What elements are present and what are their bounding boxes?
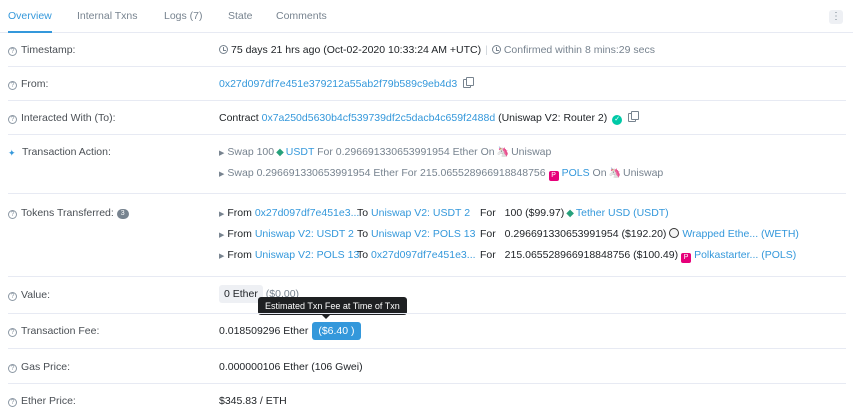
token-link[interactable]: Tether USD (USDT) xyxy=(576,207,669,219)
tab-comments[interactable]: Comments xyxy=(276,0,327,33)
uniswap-label: Uniswap xyxy=(623,167,664,179)
caret-right-icon: ▶ xyxy=(219,232,225,239)
help-icon: ? xyxy=(8,115,17,124)
divider xyxy=(8,276,846,277)
usdt-link[interactable]: USDT xyxy=(286,146,314,158)
timestamp-age: 75 days 21 hrs ago (Oct-02-2020 10:33:24… xyxy=(231,44,482,56)
fee-value: 0.018509296 Ether ($6.40 ) xyxy=(219,322,361,340)
token-link[interactable]: Wrapped Ethe... (WETH) xyxy=(682,228,799,240)
from-label: ? From: xyxy=(8,78,48,90)
clock-icon xyxy=(491,45,501,54)
transfer-to-link[interactable]: Uniswap V2: USDT 2 xyxy=(371,207,470,219)
token-link[interactable]: Polkastarter... (POLS) xyxy=(694,249,796,261)
help-icon: ? xyxy=(8,328,17,337)
divider xyxy=(8,348,846,349)
transfer-to-link[interactable]: Uniswap V2: POLS 13 xyxy=(371,228,475,240)
timestamp-label: ? Timestamp: xyxy=(8,44,75,56)
weth-icon xyxy=(669,228,680,238)
help-icon: ? xyxy=(8,292,17,301)
tether-icon: ◆ xyxy=(276,147,284,158)
caret-right-icon: ▶ xyxy=(219,171,225,178)
help-icon: ? xyxy=(8,81,17,90)
caret-right-icon: ▶ xyxy=(219,211,225,218)
contract-address-link[interactable]: 0x7a250d5630b4cf539739df2c5dacb4c659f248… xyxy=(262,112,496,124)
caret-right-icon: ▶ xyxy=(219,253,225,260)
tokens-count-badge: 3 xyxy=(116,209,129,219)
contract-name: (Uniswap V2: Router 2) xyxy=(498,112,608,124)
transfer-to-link[interactable]: 0x27d097df7e451e3... xyxy=(371,249,476,261)
verified-check-icon: ✓ xyxy=(612,115,623,125)
tab-overview[interactable]: Overview xyxy=(8,0,52,33)
uniswap-label: Uniswap xyxy=(511,146,552,158)
tether-icon: ◆ xyxy=(566,208,574,219)
action-line-2: ▶ Swap 0.296691330653991954 Ether For 215… xyxy=(219,167,664,181)
action-label: ✦ Transaction Action: xyxy=(8,146,111,158)
timestamp-value: 75 days 21 hrs ago (Oct-02-2020 10:33:24… xyxy=(219,44,655,56)
gas-value: 0.000000106 Ether (106 Gwei) xyxy=(219,361,363,373)
gas-label: ? Gas Price: xyxy=(8,361,70,373)
transfer-amount: 100 ($99.97) xyxy=(504,207,565,219)
transfer-from-link[interactable]: Uniswap V2: POLS 13 xyxy=(255,249,359,261)
interacted-value: Contract 0x7a250d5630b4cf539739df2c5dacb… xyxy=(219,111,640,125)
pols-icon: P xyxy=(548,171,559,181)
transfer-from-link[interactable]: 0x27d097df7e451e3... xyxy=(255,207,360,219)
caret-right-icon: ▶ xyxy=(219,150,225,157)
contract-prefix: Contract xyxy=(219,112,259,124)
interacted-label: ? Interacted With (To): xyxy=(8,112,116,124)
ether-price-label: ? Ether Price: xyxy=(8,395,76,407)
value-label: ? Value: xyxy=(8,289,50,301)
help-icon: ? xyxy=(8,364,17,373)
help-icon: ? xyxy=(8,47,17,56)
divider xyxy=(8,134,846,135)
divider xyxy=(8,383,846,384)
divider xyxy=(8,193,846,194)
value-ether-pill: 0 Ether xyxy=(219,285,263,303)
fee-label: ? Transaction Fee: xyxy=(8,325,99,337)
tokens-label: ? Tokens Transferred: 3 xyxy=(8,207,129,219)
from-address-link[interactable]: 0x27d097df7e451e379212a55ab2f79b589c9eb4… xyxy=(219,78,457,90)
copy-icon[interactable] xyxy=(463,77,475,88)
pols-link[interactable]: POLS xyxy=(562,167,590,179)
divider xyxy=(8,313,846,314)
fee-amount: 0.018509296 Ether xyxy=(219,325,309,337)
fee-usd-button[interactable]: ($6.40 ) xyxy=(312,322,361,340)
tab-state[interactable]: State xyxy=(228,0,253,33)
transfer-from-link[interactable]: Uniswap V2: USDT 2 xyxy=(255,228,354,240)
tab-internal-txns[interactable]: Internal Txns xyxy=(77,0,138,33)
action-line-1: ▶ Swap 100 ◆ USDT For 0.296691330653991954 … xyxy=(219,146,552,158)
transfer-amount: 0.296691330653991954 ($192.20) xyxy=(504,228,667,240)
pols-icon: P xyxy=(681,253,692,263)
copy-icon[interactable] xyxy=(628,111,640,122)
transfer-amount: 215.065528966918848756 ($100.49) xyxy=(504,249,679,261)
kebab-menu-icon[interactable]: ⋮ xyxy=(829,10,843,24)
divider xyxy=(8,100,846,101)
help-icon: ? xyxy=(8,210,17,219)
action-sparkle-icon: ✦ xyxy=(8,148,16,158)
confirm-time: Confirmed within 8 mins:29 secs xyxy=(503,44,655,56)
help-icon: ? xyxy=(8,398,17,407)
tab-bar: Overview Internal Txns Logs (7) State Co… xyxy=(0,0,853,33)
tab-logs[interactable]: Logs (7) xyxy=(164,0,203,33)
from-value: 0x27d097df7e451e379212a55ab2f79b589c9eb4… xyxy=(219,77,475,90)
uniswap-icon: 🦄 xyxy=(608,168,621,179)
clock-icon xyxy=(219,45,228,54)
uniswap-icon: 🦄 xyxy=(496,147,510,158)
divider xyxy=(8,66,846,67)
ether-price-value: $345.83 / ETH xyxy=(219,395,287,407)
